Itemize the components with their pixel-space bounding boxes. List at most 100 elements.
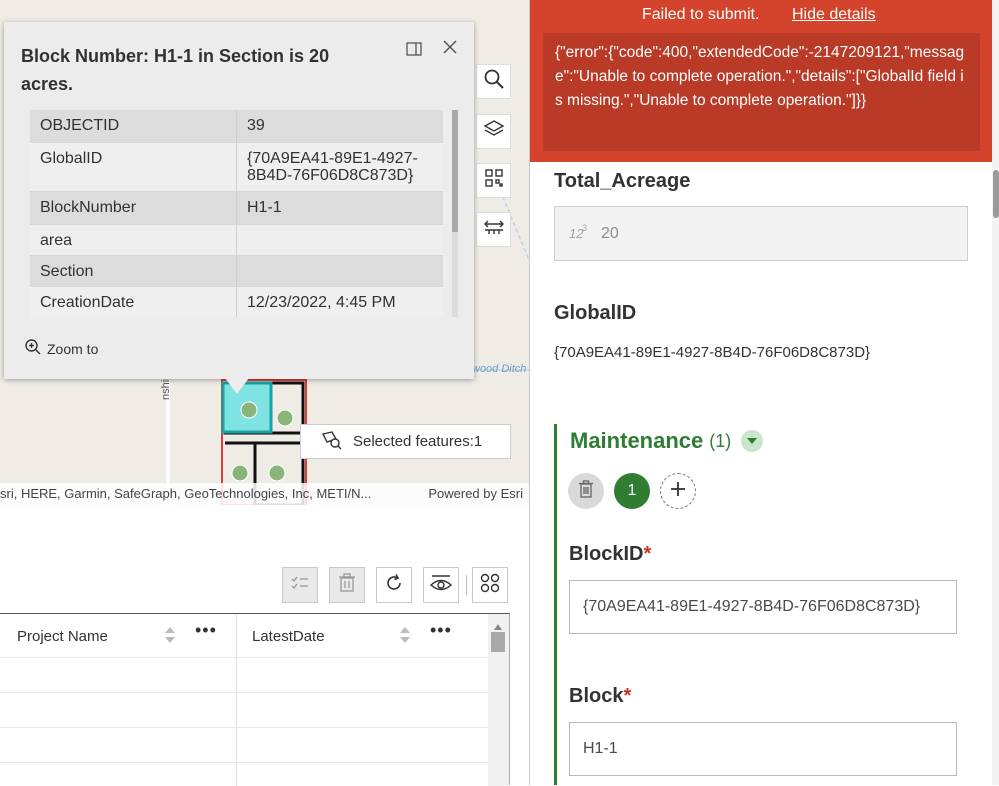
- attribute-key: Section: [30, 256, 237, 286]
- measure-icon: [483, 216, 505, 243]
- selected-features-label: Selected features:1: [353, 433, 483, 450]
- attribute-key: BlockNumber: [30, 192, 237, 224]
- column-label: Project Name: [17, 627, 108, 645]
- blockid-input[interactable]: {70A9EA41-89E1-4927-8B4D-76F06D8C873D}: [569, 580, 957, 634]
- group-count: (1): [709, 430, 732, 451]
- attribute-value: 39: [247, 117, 265, 134]
- powered-by-esri[interactable]: Powered by Esri: [428, 486, 523, 501]
- grid-layout-icon: [480, 573, 500, 598]
- table-row: [0, 762, 488, 763]
- total-acreage-label: Total_Acreage: [554, 170, 691, 192]
- ditch-label: wood Ditch: [472, 363, 527, 375]
- maintenance-group-header[interactable]: Maintenance (1): [570, 428, 764, 454]
- total-acreage-field: 12 3 20: [554, 206, 968, 261]
- refresh-icon: [384, 573, 404, 598]
- attribute-value: H1-1: [247, 199, 282, 216]
- attribute-value: {70A9EA41-89E1-4927-8B4D-76F06D8C873D}: [247, 150, 418, 184]
- selection-icon: [321, 430, 343, 454]
- show-hide-icon: [429, 573, 453, 598]
- edit-form-panel: Failed to submit. Hide details {"error":…: [529, 0, 999, 785]
- grid-scrollbar[interactable]: [488, 614, 509, 786]
- layers-tool-button[interactable]: [476, 114, 511, 149]
- map-attribution: sri, HERE, Garmin, SafeGraph, GeoTechnol…: [0, 483, 529, 505]
- attribute-value: 12/23/2022, 4:45 PM: [247, 294, 396, 311]
- refresh-button[interactable]: [376, 567, 412, 603]
- attribute-row: GlobalID {70A9EA41-89E1-4927-8B4D-76F06D…: [30, 143, 443, 192]
- show-hide-button[interactable]: [423, 567, 459, 603]
- number-type-icon: 12 3: [569, 221, 593, 246]
- delete-selection-button[interactable]: [329, 567, 365, 603]
- record-1-button[interactable]: 1: [614, 473, 650, 509]
- zoom-to-label: Zoom to: [47, 340, 99, 357]
- group-indicator: [554, 424, 557, 785]
- chevron-down-icon[interactable]: [741, 430, 764, 452]
- error-banner: Failed to submit. Hide details {"error":…: [530, 0, 992, 162]
- attribute-key: GlobalID: [30, 143, 237, 191]
- attribute-value: [237, 256, 443, 286]
- add-record-button[interactable]: [660, 473, 696, 509]
- popup-pointer: [225, 378, 249, 394]
- sort-icon[interactable]: [165, 626, 175, 648]
- hide-details-link[interactable]: Hide details: [792, 6, 876, 24]
- grid-scroll-thumb[interactable]: [491, 632, 505, 652]
- total-acreage-value: 20: [601, 224, 619, 242]
- attribute-key: OBJECTID: [30, 110, 237, 142]
- qr-select-icon: [483, 167, 505, 194]
- table-row: [0, 657, 488, 658]
- table-row: [0, 727, 488, 728]
- panel-scroll-thumb[interactable]: [993, 170, 999, 218]
- block-label-text: Block: [569, 685, 624, 707]
- attribute-row: BlockNumber H1-1: [30, 192, 443, 225]
- attribute-key: CreationDate: [30, 287, 237, 317]
- more-options-icon[interactable]: •••: [430, 620, 452, 641]
- measure-tool-button[interactable]: [476, 212, 511, 247]
- column-divider: [236, 614, 237, 786]
- panel-scrollbar[interactable]: [992, 0, 999, 785]
- block-input[interactable]: H1-1: [569, 722, 957, 776]
- layout-button[interactable]: [472, 567, 508, 603]
- column-header-project-name[interactable]: Project Name •••: [17, 614, 232, 658]
- blockid-label-text: BlockID: [569, 543, 644, 565]
- sort-icon[interactable]: [400, 626, 410, 648]
- search-icon: [483, 68, 505, 95]
- attribute-key: area: [30, 225, 237, 255]
- attribute-row: Section: [30, 256, 443, 287]
- feature-popup: Block Number: H1-1 in Section is 20 acre…: [4, 22, 474, 379]
- trash-icon: [338, 572, 356, 598]
- column-header-latestdate[interactable]: LatestDate •••: [252, 614, 482, 658]
- more-options-icon[interactable]: •••: [195, 620, 217, 641]
- attribution-text[interactable]: sri, HERE, Garmin, SafeGraph, GeoTechnol…: [0, 486, 371, 501]
- popup-title: Block Number: H1-1 in Section is 20 acre…: [21, 46, 330, 94]
- block-label: Block*: [569, 685, 631, 708]
- select-list-icon: [290, 574, 310, 597]
- zoom-to-button[interactable]: Zoom to: [24, 338, 98, 359]
- globalid-value: {70A9EA41-89E1-4927-8B4D-76F06D8C873D}: [554, 344, 871, 361]
- globalid-label: GlobalID: [554, 302, 637, 324]
- attribute-row: CreationDate 12/23/2022, 4:45 PM: [30, 287, 443, 317]
- attribute-row: area: [30, 225, 443, 256]
- table-row: [0, 692, 488, 693]
- popup-scrollbar[interactable]: [452, 110, 458, 317]
- attribute-table-panel: Project Name ••• LatestDate •••: [0, 505, 529, 786]
- required-marker: *: [623, 685, 632, 707]
- error-title: Failed to submit.: [642, 6, 760, 23]
- close-icon[interactable]: [441, 38, 459, 56]
- search-tool-button[interactable]: [476, 64, 511, 99]
- selected-features-button[interactable]: Selected features:1: [300, 424, 511, 459]
- layers-icon: [483, 118, 505, 145]
- delete-record-button[interactable]: [568, 473, 604, 509]
- select-list-button[interactable]: [282, 567, 318, 603]
- svg-text:3: 3: [582, 223, 587, 233]
- column-label: LatestDate: [252, 627, 325, 645]
- group-title: Maintenance: [570, 428, 704, 453]
- error-details: {"error":{"code":400,"extendedCode":-214…: [543, 33, 980, 151]
- plus-icon: [669, 480, 687, 503]
- attribute-value: [237, 225, 443, 255]
- attribute-table: OBJECTID 39 GlobalID {70A9EA41-89E1-4927…: [30, 110, 443, 317]
- attribute-row: OBJECTID 39: [30, 110, 443, 143]
- dock-icon[interactable]: [406, 42, 422, 56]
- blockid-label: BlockID*: [569, 543, 651, 566]
- popup-scroll-thumb[interactable]: [452, 110, 458, 232]
- select-tool-button[interactable]: [476, 163, 511, 198]
- zoom-in-icon: [24, 338, 42, 359]
